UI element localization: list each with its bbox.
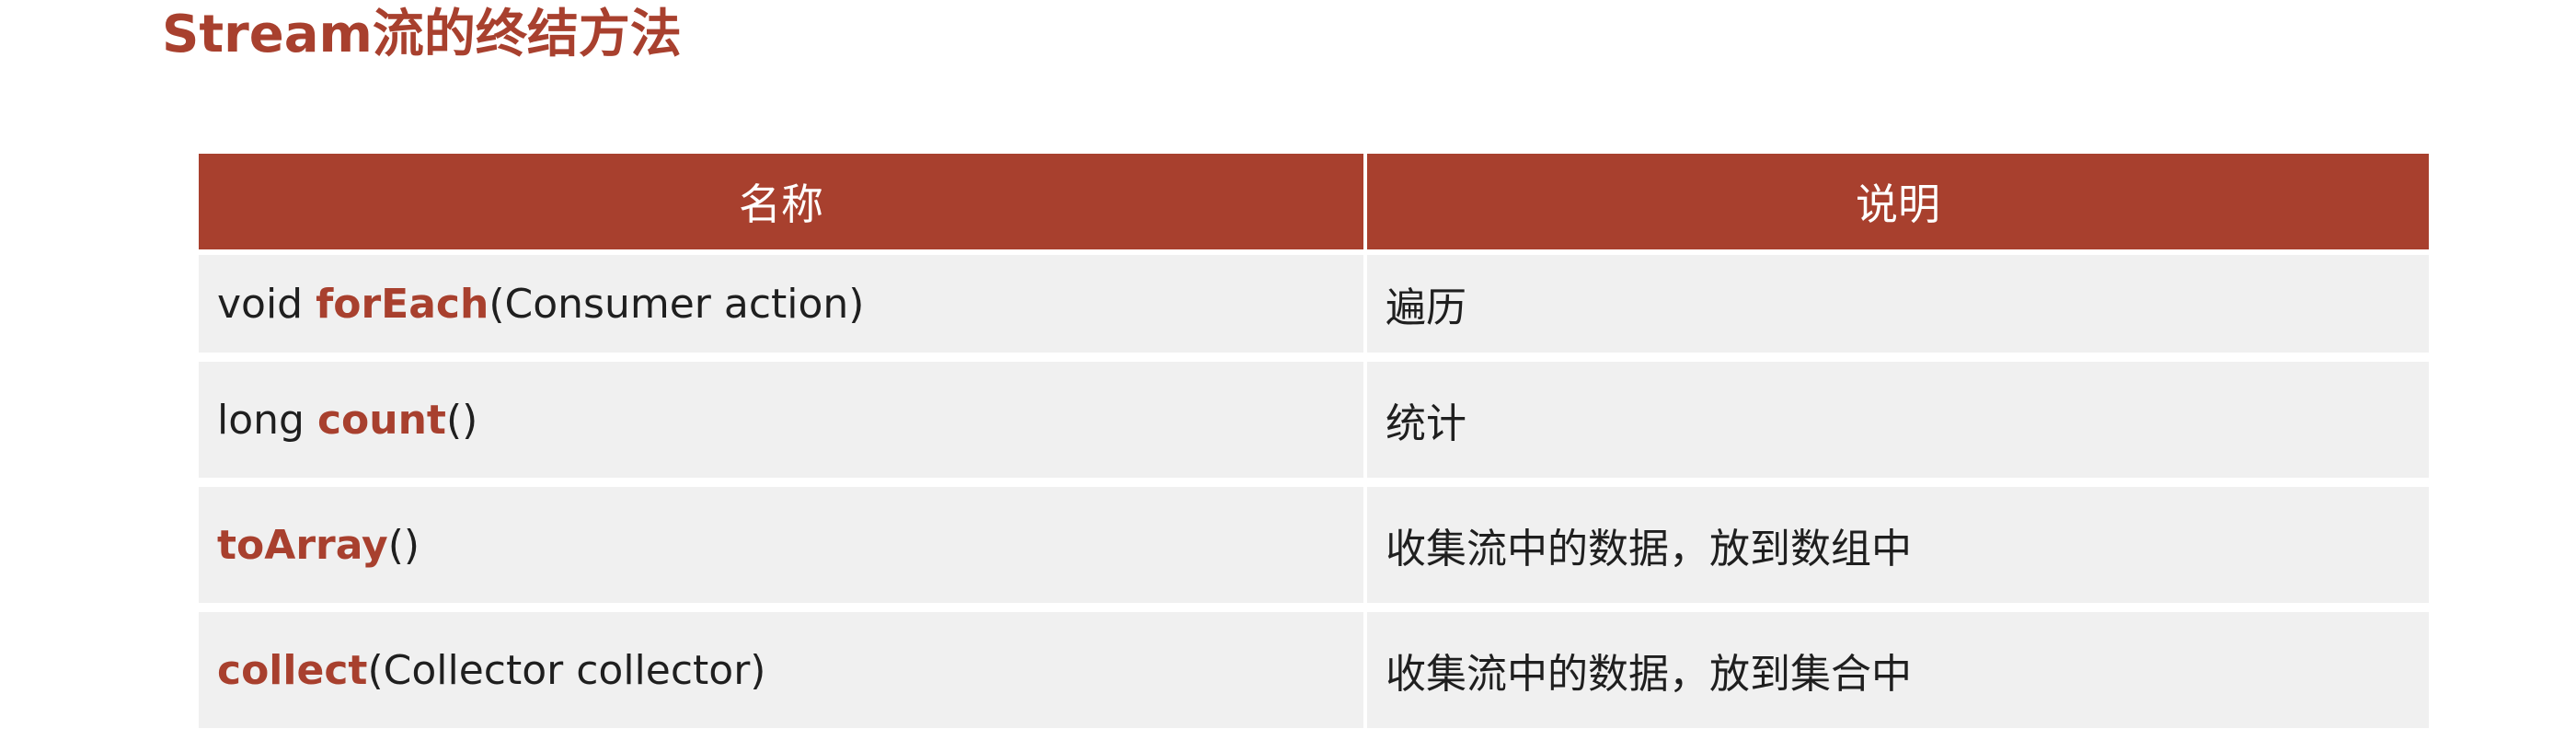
method-name: count <box>316 396 446 444</box>
method-params: () <box>445 396 478 444</box>
page-title: Stream流的终结方法 <box>162 5 682 64</box>
column-header-name: 名称 <box>199 154 1367 249</box>
table-row: collect(Collector collector) 收集流中的数据，放到集… <box>199 603 2429 728</box>
method-name: toArray <box>217 521 388 569</box>
column-header-description: 说明 <box>1367 154 2429 249</box>
method-params: (Collector collector) <box>367 646 766 694</box>
method-description: 收集流中的数据，放到数组中 <box>1367 478 2429 603</box>
table-row: long count() 统计 <box>199 353 2429 478</box>
method-description: 遍历 <box>1367 249 2429 353</box>
method-signature-cell: toArray() <box>199 478 1367 603</box>
table-header-row: 名称 说明 <box>199 154 2429 249</box>
table-row: void forEach(Consumer action) 遍历 <box>199 249 2429 353</box>
method-params: (Consumer action) <box>489 280 865 328</box>
method-signature-cell: void forEach(Consumer action) <box>199 249 1367 353</box>
return-type: void <box>217 280 316 328</box>
methods-table: 名称 说明 void forEach(Consumer action) 遍历 l… <box>199 154 2429 728</box>
method-description: 统计 <box>1367 353 2429 478</box>
method-signature-cell: collect(Collector collector) <box>199 603 1367 728</box>
return-type: long <box>217 396 317 444</box>
method-params: () <box>387 521 420 569</box>
method-name: forEach <box>316 280 489 328</box>
method-name: collect <box>217 646 368 694</box>
method-signature-cell: long count() <box>199 353 1367 478</box>
method-description: 收集流中的数据，放到集合中 <box>1367 603 2429 728</box>
table-row: toArray() 收集流中的数据，放到数组中 <box>199 478 2429 603</box>
